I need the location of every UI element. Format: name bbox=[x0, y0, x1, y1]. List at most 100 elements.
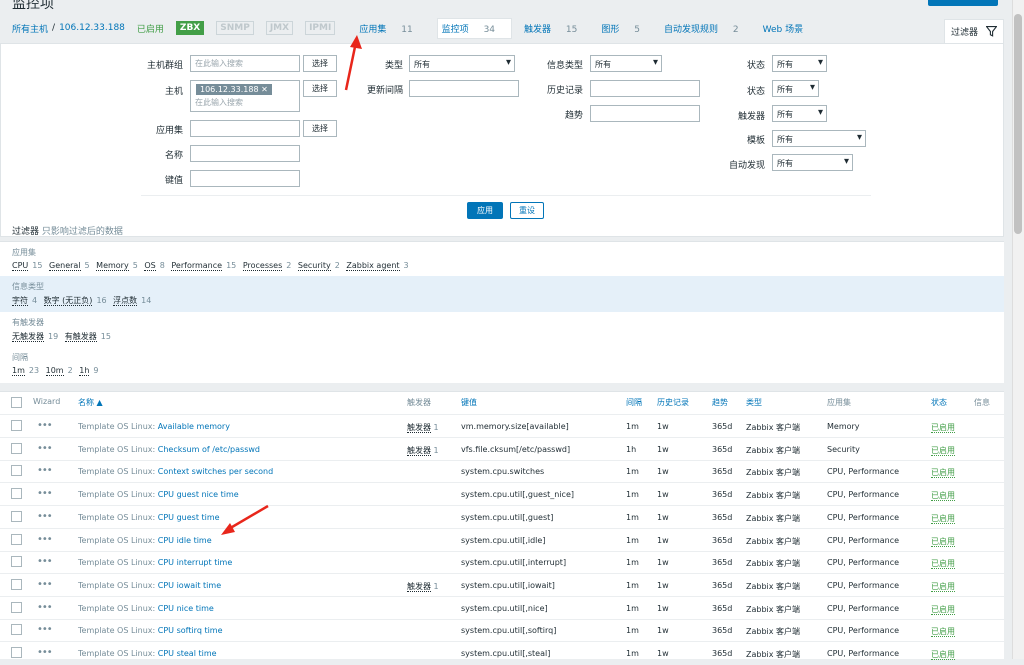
col-name[interactable]: 名称 ▲ bbox=[78, 397, 103, 408]
template-select[interactable]: 所有 bbox=[772, 130, 866, 147]
row-checkbox[interactable] bbox=[11, 533, 22, 545]
item-name-link[interactable]: CPU nice time bbox=[158, 604, 214, 613]
item-name-link[interactable]: CPU guest nice time bbox=[158, 490, 239, 499]
vertical-scrollbar[interactable] bbox=[1012, 0, 1024, 659]
col-interval[interactable]: 间隔 bbox=[626, 397, 642, 408]
item-name-link[interactable]: CPU iowait time bbox=[158, 581, 221, 590]
wizard-menu-icon[interactable]: ••• bbox=[37, 579, 53, 590]
triggers-select[interactable]: 所有 bbox=[772, 105, 827, 122]
row-checkbox[interactable] bbox=[11, 578, 22, 590]
key-input[interactable] bbox=[190, 170, 300, 187]
status-toggle[interactable]: 已启用 bbox=[931, 559, 955, 570]
col-type[interactable]: 类型 bbox=[746, 397, 762, 408]
wizard-menu-icon[interactable]: ••• bbox=[37, 602, 53, 613]
status-select[interactable]: 所有 bbox=[772, 80, 819, 97]
tab-triggers[interactable]: 触发器 15 bbox=[524, 22, 589, 35]
item-name-link[interactable]: CPU softirq time bbox=[158, 626, 223, 635]
col-status[interactable]: 状态 bbox=[931, 397, 947, 408]
host-tag[interactable]: 106.12.33.188 ✕ bbox=[196, 84, 272, 95]
host-status[interactable]: 已启用 bbox=[137, 22, 164, 35]
item-name-link[interactable]: CPU interrupt time bbox=[158, 558, 233, 567]
row-checkbox[interactable] bbox=[11, 556, 22, 568]
item-name-link[interactable]: CPU idle time bbox=[158, 536, 212, 545]
triggers-link[interactable]: 触发器 bbox=[407, 423, 431, 433]
subfilter-option[interactable]: Performance bbox=[171, 261, 223, 271]
row-checkbox[interactable] bbox=[11, 601, 22, 613]
template-link[interactable]: Template OS Linux: bbox=[78, 558, 155, 567]
template-link[interactable]: Template OS Linux: bbox=[78, 626, 155, 635]
type-select[interactable]: 所有 bbox=[409, 55, 515, 72]
wizard-menu-icon[interactable]: ••• bbox=[37, 443, 53, 454]
reset-button[interactable]: 重设 bbox=[510, 202, 544, 219]
template-link[interactable]: Template OS Linux: bbox=[78, 604, 155, 613]
template-link[interactable]: Template OS Linux: bbox=[78, 467, 155, 476]
status-toggle[interactable]: 已启用 bbox=[931, 513, 955, 524]
subfilter-option[interactable]: 数字 (无正负) bbox=[43, 296, 93, 306]
item-name-link[interactable]: Checksum of /etc/passwd bbox=[158, 445, 260, 454]
status-toggle[interactable]: 已启用 bbox=[931, 604, 955, 615]
name-input[interactable] bbox=[190, 145, 300, 162]
wizard-menu-icon[interactable]: ••• bbox=[37, 420, 53, 431]
template-link[interactable]: Template OS Linux: bbox=[78, 445, 155, 454]
triggers-link[interactable]: 触发器 bbox=[407, 581, 431, 592]
triggers-link[interactable]: 触发器 bbox=[407, 445, 431, 456]
breadcrumb-all-hosts[interactable]: 所有主机 bbox=[12, 22, 48, 35]
application-input[interactable] bbox=[190, 120, 300, 137]
subfilter-option[interactable]: OS bbox=[144, 261, 156, 271]
row-checkbox[interactable] bbox=[11, 624, 22, 636]
tab-applications[interactable]: 应用集 11 bbox=[359, 22, 424, 35]
apply-button[interactable]: 应用 bbox=[467, 202, 503, 219]
wizard-menu-icon[interactable]: ••• bbox=[37, 534, 53, 545]
wizard-menu-icon[interactable]: ••• bbox=[37, 624, 53, 635]
status-toggle[interactable]: 已启用 bbox=[931, 491, 955, 502]
filter-tab[interactable]: 过滤器 bbox=[944, 19, 1004, 43]
status-toggle[interactable]: 已启用 bbox=[931, 445, 955, 456]
subfilter-option[interactable]: Processes bbox=[242, 261, 283, 271]
template-link[interactable]: Template OS Linux: bbox=[78, 581, 155, 590]
discovery-select[interactable]: 所有 bbox=[772, 154, 853, 171]
subfilter-option[interactable]: 1h bbox=[79, 366, 90, 376]
status-toggle[interactable]: 已启用 bbox=[931, 581, 955, 592]
col-trends[interactable]: 趋势 bbox=[712, 397, 728, 408]
update-interval-input[interactable] bbox=[409, 80, 519, 97]
template-link[interactable]: Template OS Linux: bbox=[78, 649, 155, 658]
subfilter-option[interactable]: 浮点数 bbox=[113, 296, 138, 306]
state-select[interactable]: 所有 bbox=[772, 55, 827, 72]
scrollbar-thumb[interactable] bbox=[1014, 14, 1022, 234]
tab-web-scenarios[interactable]: Web 场景 bbox=[763, 22, 815, 35]
host-input[interactable]: 106.12.33.188 ✕ 在此输入搜索 bbox=[190, 80, 300, 112]
col-key[interactable]: 键值 bbox=[461, 397, 477, 408]
subfilter-option[interactable]: 1m bbox=[12, 366, 25, 376]
status-toggle[interactable]: 已启用 bbox=[931, 627, 955, 638]
wizard-menu-icon[interactable]: ••• bbox=[37, 556, 53, 567]
wizard-menu-icon[interactable]: ••• bbox=[37, 488, 53, 499]
status-toggle[interactable]: 已启用 bbox=[931, 468, 955, 479]
tab-discovery-rules[interactable]: 自动发现规则 2 bbox=[664, 22, 751, 35]
select-all-checkbox[interactable] bbox=[11, 397, 22, 408]
row-checkbox[interactable] bbox=[11, 465, 22, 477]
wizard-menu-icon[interactable]: ••• bbox=[37, 647, 53, 658]
application-select-button[interactable]: 选择 bbox=[303, 120, 337, 137]
host-group-select-button[interactable]: 选择 bbox=[303, 55, 337, 72]
template-link[interactable]: Template OS Linux: bbox=[78, 513, 155, 522]
row-checkbox[interactable] bbox=[11, 510, 22, 522]
item-name-link[interactable]: Available memory bbox=[158, 422, 230, 431]
subfilter-option[interactable]: CPU bbox=[12, 261, 29, 271]
remove-tag-icon[interactable]: ✕ bbox=[261, 85, 268, 94]
subfilter-option[interactable]: 有触发器 bbox=[64, 332, 97, 342]
row-checkbox[interactable] bbox=[11, 442, 22, 454]
subfilter-option[interactable]: 字符 bbox=[12, 296, 28, 306]
row-checkbox[interactable] bbox=[11, 420, 22, 431]
status-toggle[interactable]: 已启用 bbox=[931, 536, 955, 547]
wizard-menu-icon[interactable]: ••• bbox=[37, 465, 53, 476]
subfilter-option[interactable]: General bbox=[49, 261, 81, 271]
subfilter-option[interactable]: Memory bbox=[96, 261, 129, 271]
template-link[interactable]: Template OS Linux: bbox=[78, 490, 155, 499]
subfilter-option[interactable]: 10m bbox=[45, 366, 64, 376]
subfilter-option[interactable]: 无触发器 bbox=[12, 332, 44, 342]
row-checkbox[interactable] bbox=[11, 647, 22, 658]
status-toggle[interactable]: 已启用 bbox=[931, 423, 955, 433]
history-input[interactable] bbox=[590, 80, 700, 97]
template-link[interactable]: Template OS Linux: bbox=[78, 536, 155, 545]
row-checkbox[interactable] bbox=[11, 488, 22, 500]
